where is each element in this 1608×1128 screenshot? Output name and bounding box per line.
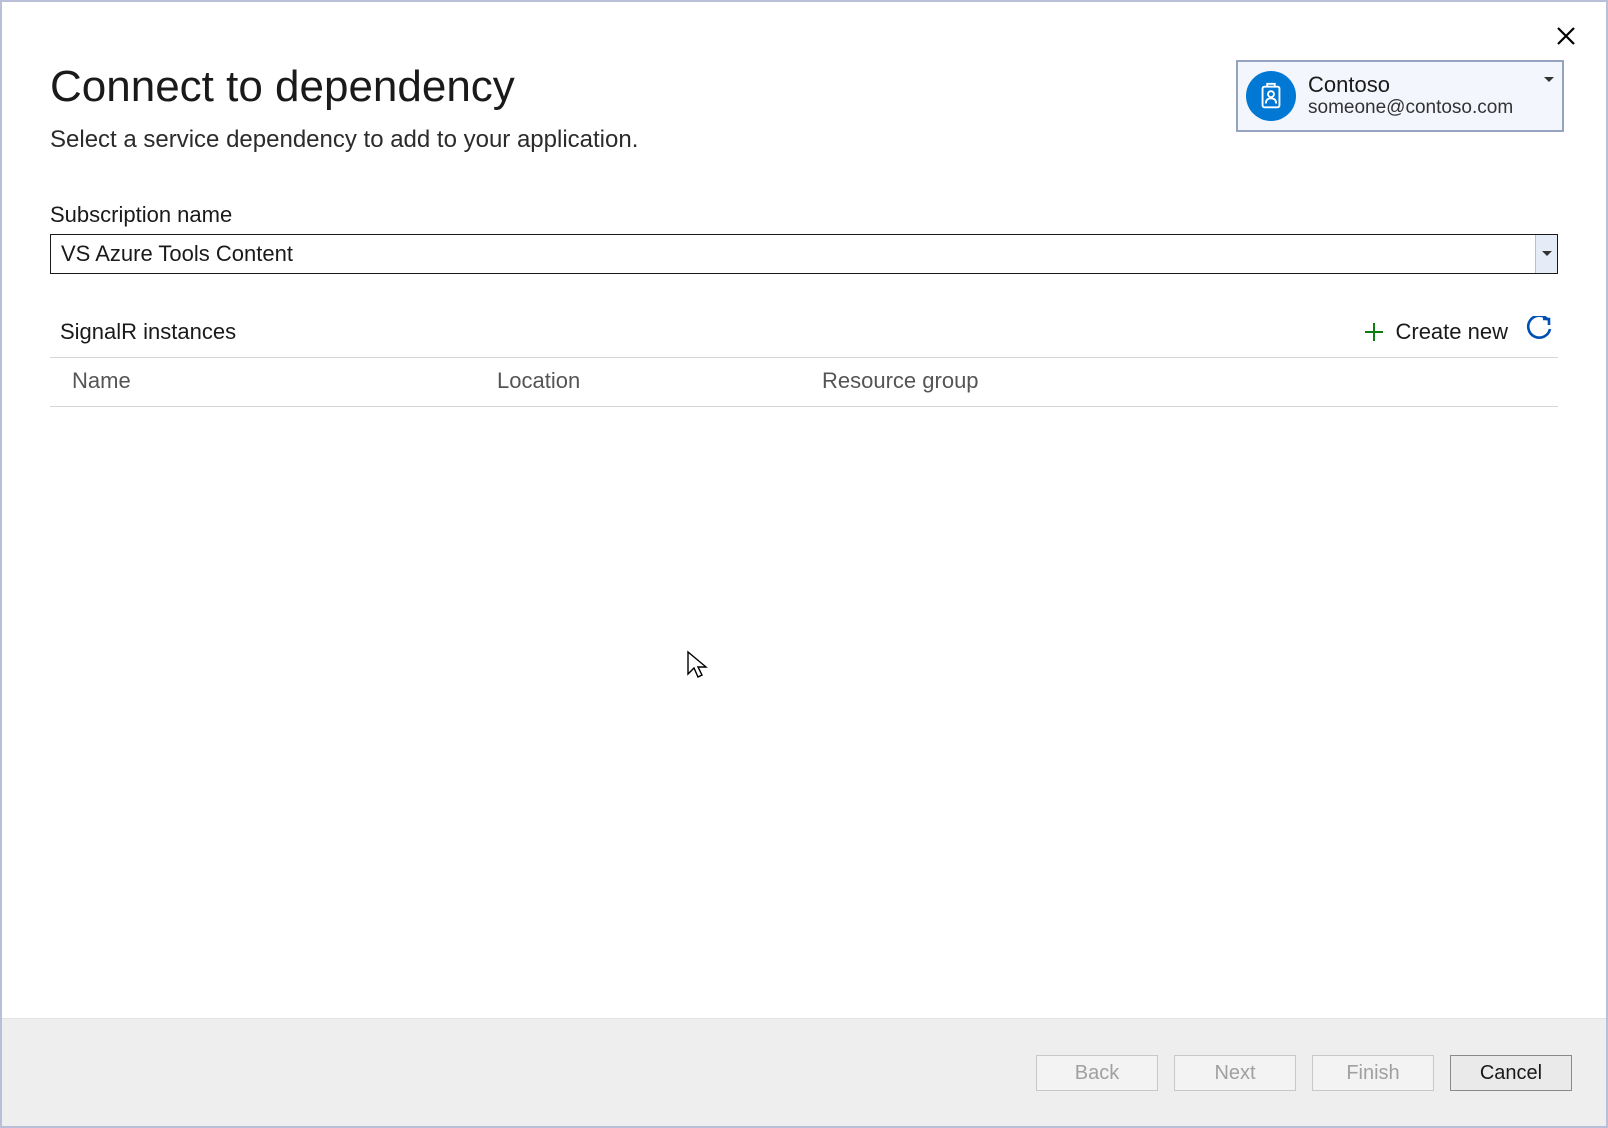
back-button: Back (1036, 1055, 1158, 1091)
dialog-footer: Back Next Finish Cancel (2, 1018, 1606, 1126)
chevron-down-icon (1535, 235, 1557, 273)
refresh-button[interactable] (1526, 316, 1552, 347)
cursor-icon (686, 650, 708, 680)
subscription-label: Subscription name (50, 202, 1558, 228)
refresh-icon (1526, 316, 1552, 347)
column-resource-group: Resource group (822, 368, 1548, 394)
subscription-select[interactable]: VS Azure Tools Content (50, 234, 1558, 274)
column-name: Name (72, 368, 497, 394)
chevron-down-icon (1544, 70, 1554, 88)
instances-label: SignalR instances (60, 319, 236, 345)
next-button: Next (1174, 1055, 1296, 1091)
finish-button: Finish (1312, 1055, 1434, 1091)
account-selector[interactable]: Contoso someone@contoso.com (1236, 60, 1564, 132)
subscription-value: VS Azure Tools Content (51, 235, 1535, 273)
dialog-content: Contoso someone@contoso.com Connect to d… (2, 2, 1606, 1018)
account-email: someone@contoso.com (1308, 98, 1544, 119)
cancel-button[interactable]: Cancel (1450, 1055, 1572, 1091)
dialog-window: Contoso someone@contoso.com Connect to d… (0, 0, 1608, 1128)
column-location: Location (497, 368, 822, 394)
instances-table-header: Name Location Resource group (50, 358, 1558, 407)
instances-actions: Create new (1363, 316, 1552, 347)
instances-header-row: SignalR instances Create new (50, 316, 1558, 358)
account-badge-icon (1246, 71, 1296, 121)
plus-icon (1363, 321, 1385, 343)
account-name: Contoso (1308, 73, 1544, 97)
create-new-button[interactable]: Create new (1363, 319, 1508, 345)
account-text: Contoso someone@contoso.com (1308, 73, 1544, 118)
create-new-label: Create new (1395, 319, 1508, 345)
